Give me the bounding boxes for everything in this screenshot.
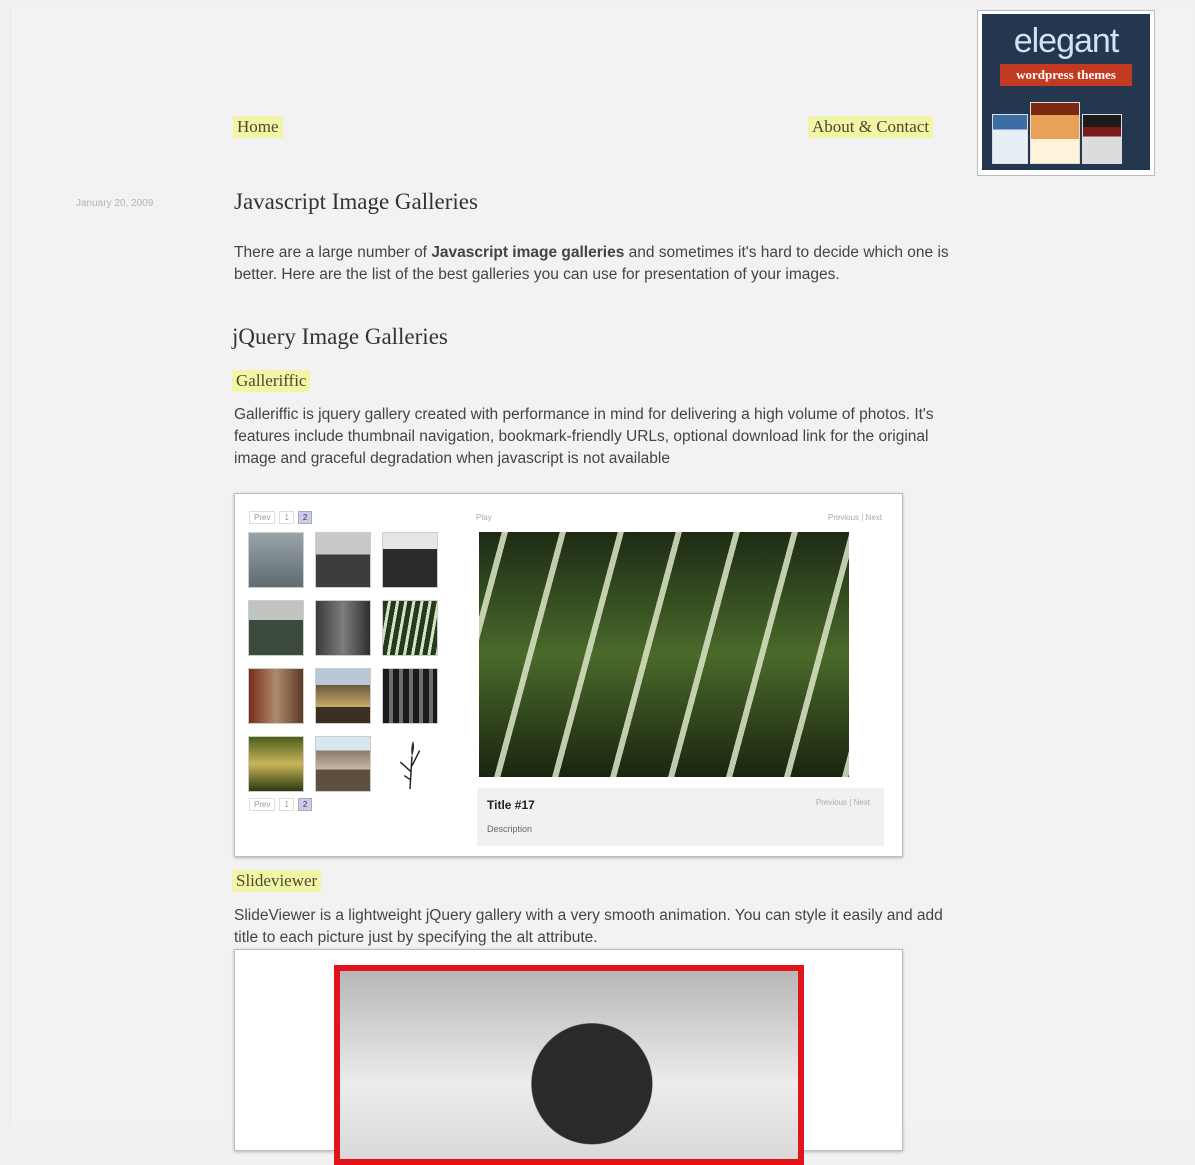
galleriffic-link[interactable]: Galleriffic (232, 370, 311, 392)
intro-bold-text: Javascript image galleries (431, 244, 625, 261)
pager-page-1: 1 (279, 798, 294, 811)
slideviewer-screenshot (234, 949, 903, 1165)
thumbnail (248, 600, 304, 656)
thumbnail (315, 600, 371, 656)
caption-title: Title #17 (487, 798, 535, 812)
slideviewer-link[interactable]: Slideviewer (232, 870, 322, 892)
caption-box: Title #17 Description Previous | Next (477, 788, 884, 846)
thumbnail (248, 532, 304, 588)
galleriffic-screenshot: Prev 1 2 Prev 1 2 Play Previous | Next T… (234, 493, 903, 857)
section-heading: jQuery Image Galleries (232, 324, 448, 349)
ad-brand-text: elegant (1013, 22, 1120, 60)
thumbnail (315, 532, 371, 588)
nav-about-contact-link[interactable]: About & Contact (808, 116, 934, 138)
ad-theme-preview (1082, 114, 1122, 164)
pager-page-1: 1 (279, 511, 294, 524)
thumbnail (315, 736, 371, 792)
play-label: Play (476, 513, 492, 522)
thumbnail (315, 668, 371, 724)
thumbnail-grid (248, 532, 438, 792)
thumbnail (248, 736, 304, 792)
elegant-themes-ad[interactable]: elegant wordpress themes (977, 10, 1155, 176)
caption-description: Description (487, 824, 533, 834)
main-slide-image (479, 532, 849, 777)
thumb-pager-bottom: Prev 1 2 (249, 798, 313, 811)
plant-sketch-icon (399, 740, 421, 790)
caption-nav: Previous | Next (815, 798, 870, 807)
ad-theme-preview (992, 114, 1028, 164)
prev-next-label: Previous | Next (827, 513, 882, 522)
thumbnail (248, 668, 304, 724)
ad-banner-image: elegant wordpress themes (982, 14, 1150, 170)
pager-page-2: 2 (297, 798, 313, 811)
nav-home-link[interactable]: Home (233, 116, 283, 138)
thumbnail (382, 668, 438, 724)
thumbnail (382, 600, 438, 656)
thumbnail (382, 736, 438, 792)
thumbnail (382, 532, 438, 588)
pager-prev: Prev (249, 798, 276, 811)
post-date: January 20, 2009 (76, 198, 154, 209)
post-intro: There are a large number of Javascript i… (234, 242, 959, 286)
slideviewer-description: SlideViewer is a lightweight jQuery gall… (234, 907, 943, 946)
intro-text: There are a large number of (234, 244, 432, 261)
pager-page-2: 2 (297, 511, 313, 524)
thumb-pager-top: Prev 1 2 (249, 511, 313, 524)
pager-prev: Prev (249, 511, 276, 524)
post-title: Javascript Image Galleries (234, 189, 478, 214)
ad-theme-preview (1030, 102, 1080, 164)
slideviewer-photo (334, 965, 804, 1165)
ad-tagline: wordpress themes (1000, 64, 1132, 86)
galleriffic-description: Galleriffic is jquery gallery created wi… (234, 406, 934, 467)
